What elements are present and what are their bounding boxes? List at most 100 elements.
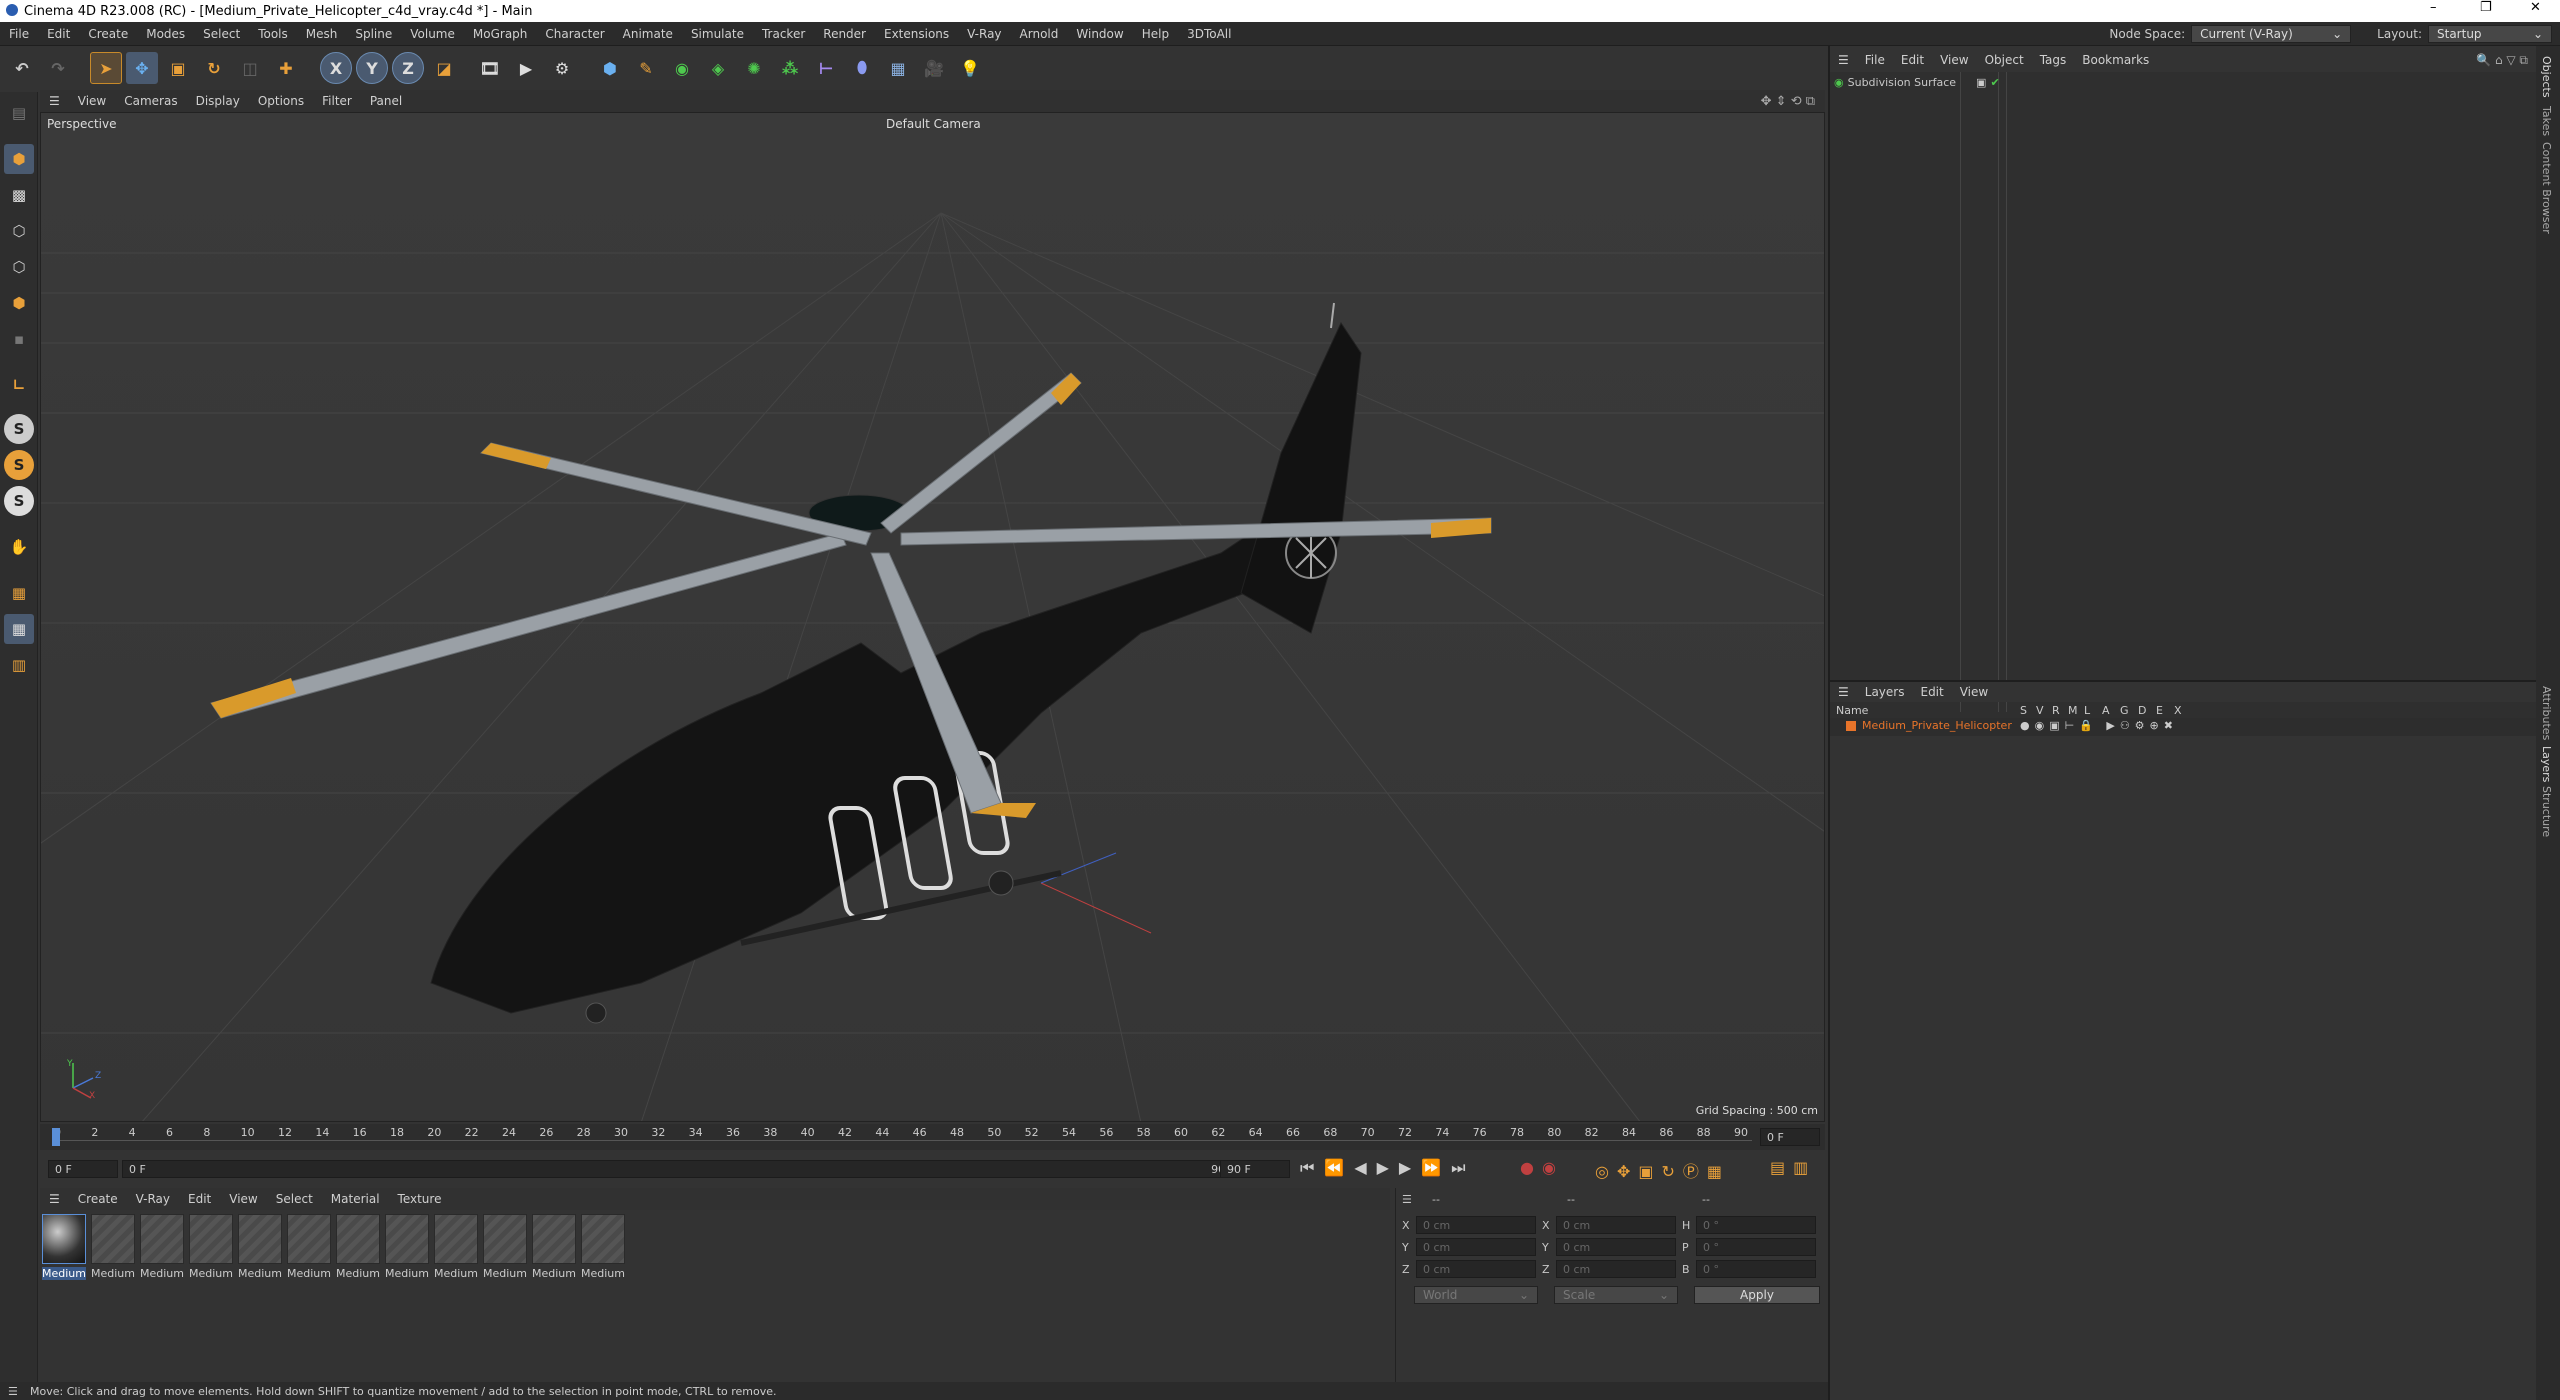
timeline-view-icons[interactable]: ▤▥	[1770, 1158, 1816, 1177]
axis-y-button[interactable]: Y	[356, 52, 388, 84]
playhead[interactable]	[52, 1128, 60, 1146]
key-mode-icons[interactable]: ◎✥▣↻Ⓟ▦	[1595, 1158, 1730, 1182]
material-swatch[interactable]: Medium	[385, 1214, 429, 1280]
layers-menu-edit[interactable]: Edit	[1912, 685, 1951, 699]
field-icon[interactable]: ⬮	[846, 52, 878, 84]
end-frame-field[interactable]: 90 F	[1220, 1160, 1290, 1178]
viewport-camera-label[interactable]: Default Camera	[886, 117, 981, 131]
menu-help[interactable]: Help	[1133, 27, 1178, 41]
hamburger-icon[interactable]: ☰	[8, 1385, 18, 1398]
snap-button-1[interactable]: S	[4, 414, 34, 444]
material-menu-material[interactable]: Material	[322, 1192, 389, 1206]
search-icon[interactable]: 🔍 ⌂ ▽ ⧉	[2476, 53, 2528, 68]
transport-buttons[interactable]: ⏮⏪◀▶▶⏩⏭	[1300, 1158, 1476, 1178]
menu-tools[interactable]: Tools	[249, 27, 297, 41]
mograph-icon[interactable]: ⁂	[774, 52, 806, 84]
material-swatch[interactable]: Medium	[189, 1214, 233, 1280]
position-z-field[interactable]: 0 cm	[1416, 1260, 1536, 1278]
menu-animate[interactable]: Animate	[614, 27, 682, 41]
3d-viewport[interactable]: Y Z X Perspective Default Camera Grid Sp…	[40, 112, 1825, 1122]
hamburger-icon[interactable]: ☰	[40, 1192, 69, 1206]
material-swatch[interactable]: Medium	[42, 1214, 86, 1280]
axis-z-button[interactable]: Z	[392, 52, 424, 84]
record-icon[interactable]: ●◉	[1520, 1158, 1564, 1177]
menu-mograph[interactable]: MoGraph	[464, 27, 537, 41]
extrude-icon[interactable]: ◈	[702, 52, 734, 84]
viewport-menu-display[interactable]: Display	[187, 94, 249, 108]
tab-layers[interactable]: Layers	[2540, 746, 2553, 782]
material-swatch[interactable]: Medium	[140, 1214, 184, 1280]
menu-vray[interactable]: V-Ray	[958, 27, 1010, 41]
hamburger-icon[interactable]: ☰	[40, 94, 69, 108]
start-frame-field[interactable]: 0 F	[48, 1160, 118, 1178]
polygons-mode-icon[interactable]: ⬢	[4, 288, 34, 318]
redo-icon[interactable]: ↷	[42, 52, 74, 84]
tab-takes[interactable]: Takes	[2540, 106, 2553, 136]
axis-x-button[interactable]: X	[320, 52, 352, 84]
last-tool-icon[interactable]: ◫	[234, 52, 266, 84]
tab-structure[interactable]: Structure	[2540, 786, 2553, 837]
rotation-h-field[interactable]: 0 °	[1696, 1216, 1816, 1234]
material-swatch[interactable]: Medium	[91, 1214, 135, 1280]
solo-icon[interactable]: ▥	[4, 650, 34, 680]
points-mode-icon[interactable]: ⬡	[4, 216, 34, 246]
object-visibility-icon[interactable]: ▣	[1976, 76, 1986, 89]
move-icon[interactable]: ✥	[126, 52, 158, 84]
current-frame-field[interactable]: 0 F	[1760, 1128, 1820, 1146]
menu-extensions[interactable]: Extensions	[875, 27, 958, 41]
render-settings-icon[interactable]: ⚙	[546, 52, 578, 84]
menu-character[interactable]: Character	[536, 27, 613, 41]
material-swatch[interactable]: Medium	[238, 1214, 282, 1280]
floor-icon[interactable]: ▦	[882, 52, 914, 84]
uv-mode-icon[interactable]: ▪	[4, 324, 34, 354]
material-swatch[interactable]: Medium	[336, 1214, 380, 1280]
size-z-field[interactable]: 0 cm	[1556, 1260, 1676, 1278]
render-view-icon[interactable]: ▶	[510, 52, 542, 84]
size-y-field[interactable]: 0 cm	[1556, 1238, 1676, 1256]
menu-create[interactable]: Create	[79, 27, 137, 41]
deformer-icon[interactable]: ⊢	[810, 52, 842, 84]
position-x-field[interactable]: 0 cm	[1416, 1216, 1536, 1234]
viewport-nav-icons[interactable]: ✥ ⇕ ⟲ ⧉	[1761, 94, 1815, 109]
material-swatch[interactable]: Medium	[581, 1214, 625, 1280]
objects-menu-tags[interactable]: Tags	[2032, 53, 2075, 67]
minimize-button[interactable]: –	[2430, 0, 2437, 15]
menu-select[interactable]: Select	[194, 27, 249, 41]
menu-simulate[interactable]: Simulate	[682, 27, 753, 41]
texture-mode-icon[interactable]: ▩	[4, 180, 34, 210]
subdivision-icon[interactable]: ◉	[666, 52, 698, 84]
material-swatch[interactable]: Medium	[532, 1214, 576, 1280]
hamburger-icon[interactable]: ☰	[1830, 53, 1857, 67]
scale-mode-dropdown[interactable]: Scale ⌄	[1554, 1286, 1678, 1304]
viewport-menu-filter[interactable]: Filter	[313, 94, 361, 108]
menu-volume[interactable]: Volume	[401, 27, 464, 41]
material-menu-texture[interactable]: Texture	[389, 1192, 451, 1206]
scale-icon[interactable]: ▣	[162, 52, 194, 84]
layers-menu-layers[interactable]: Layers	[1857, 685, 1913, 699]
layers-menu-view[interactable]: View	[1952, 685, 1996, 699]
object-row-subdivision-surface[interactable]: ◉ Subdivision Surface ▣ ✔	[1834, 74, 2000, 90]
tweak-icon[interactable]: ✋	[4, 532, 34, 562]
hamburger-icon[interactable]: ☰	[1402, 1193, 1412, 1206]
cube-icon[interactable]: ⬢	[594, 52, 626, 84]
tab-attributes[interactable]: Attributes	[2540, 686, 2553, 740]
pen-spline-icon[interactable]: ✎	[630, 52, 662, 84]
timeline-ruler[interactable]: 0246810121416182022242628303234363840424…	[40, 1124, 1825, 1150]
camera-icon[interactable]: 🎥	[918, 52, 950, 84]
menu-edit[interactable]: Edit	[38, 27, 79, 41]
material-menu-edit[interactable]: Edit	[179, 1192, 220, 1206]
menu-spline[interactable]: Spline	[346, 27, 401, 41]
coordinate-system-icon[interactable]: ◪	[428, 52, 460, 84]
undo-icon[interactable]: ↶	[6, 52, 38, 84]
grid-lock-icon[interactable]: ▦	[4, 614, 34, 644]
create-tool-icon[interactable]: ✚	[270, 52, 302, 84]
layer-flag-icons[interactable]: ●◉▣⊢🔒 ▶⚇⚙⊕✖	[2020, 719, 2178, 732]
menu-render[interactable]: Render	[814, 27, 875, 41]
edges-mode-icon[interactable]: ⬡	[4, 252, 34, 282]
material-menu-view[interactable]: View	[220, 1192, 266, 1206]
objects-menu-bookmarks[interactable]: Bookmarks	[2074, 53, 2157, 67]
light-icon[interactable]: 💡	[954, 52, 986, 84]
tab-content-browser[interactable]: Content Browser	[2540, 142, 2553, 234]
model-mode-icon[interactable]: ⬢	[4, 144, 34, 174]
snap-button-2[interactable]: S	[4, 450, 34, 480]
